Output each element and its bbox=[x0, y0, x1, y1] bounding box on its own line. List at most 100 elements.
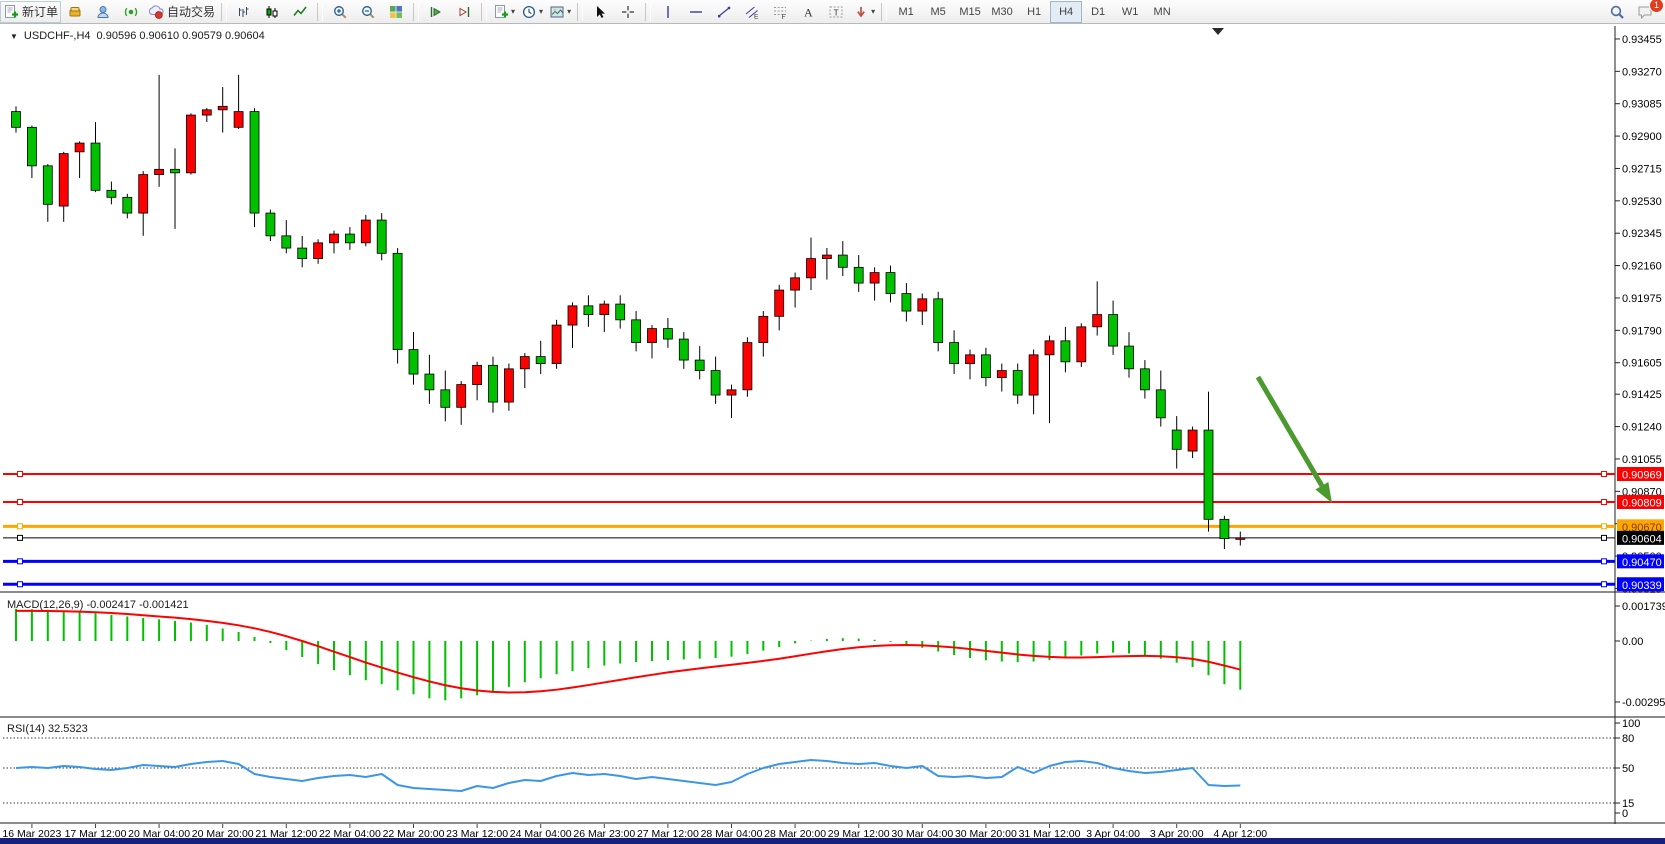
line-endpoint-marker[interactable] bbox=[18, 559, 23, 564]
periods-button[interactable]: ▾ bbox=[518, 1, 546, 23]
svg-text:F: F bbox=[782, 14, 786, 20]
candle-body bbox=[616, 304, 625, 320]
candle-body bbox=[918, 299, 927, 311]
timeframe-button-m15[interactable]: M15 bbox=[954, 1, 986, 23]
equidistant-channel-icon: E bbox=[744, 4, 760, 20]
time-tick-label: 24 Mar 04:00 bbox=[510, 828, 572, 838]
level-price-text: 0.90604 bbox=[1622, 533, 1662, 545]
zoom-in-button[interactable] bbox=[326, 1, 354, 23]
timeframe-button-d1[interactable]: D1 bbox=[1082, 1, 1114, 23]
time-tick-label: 27 Mar 12:00 bbox=[637, 828, 699, 838]
candle-body bbox=[695, 360, 704, 371]
symbol-dropdown-icon[interactable]: ▼ bbox=[10, 32, 18, 41]
timeframe-group: M1M5M15M30H1H4D1W1MN bbox=[890, 1, 1178, 23]
line-endpoint-marker[interactable] bbox=[18, 500, 23, 505]
chart-canvas[interactable]: 0.934550.932700.930850.929000.927150.925… bbox=[0, 24, 1665, 838]
timeframe-button-m5[interactable]: M5 bbox=[922, 1, 954, 23]
signals-button[interactable] bbox=[117, 1, 145, 23]
candle-body bbox=[377, 220, 386, 253]
candle-body bbox=[584, 306, 593, 315]
price-tick-label: 0.93270 bbox=[1622, 66, 1662, 78]
candle-body bbox=[1140, 369, 1149, 390]
vertical-line-button[interactable] bbox=[654, 1, 682, 23]
auto-trading-icon bbox=[148, 4, 164, 20]
line-endpoint-marker[interactable] bbox=[1602, 559, 1607, 564]
candle-body bbox=[266, 213, 275, 236]
community-button[interactable] bbox=[89, 1, 117, 23]
candle-body bbox=[600, 304, 609, 315]
auto-scroll-button[interactable] bbox=[422, 1, 450, 23]
line-endpoint-marker[interactable] bbox=[18, 582, 23, 587]
tile-windows-button[interactable] bbox=[382, 1, 410, 23]
price-tick-label: 0.93455 bbox=[1622, 34, 1662, 46]
trade-group: 新订单 自动交易 bbox=[0, 1, 218, 23]
text-label-button[interactable]: T bbox=[822, 1, 850, 23]
timeframe-button-w1[interactable]: W1 bbox=[1114, 1, 1146, 23]
crosshair-button[interactable] bbox=[614, 1, 642, 23]
candlestick-chart-button[interactable] bbox=[258, 1, 286, 23]
candle-body bbox=[997, 371, 1006, 378]
candle-body bbox=[425, 374, 434, 390]
arrows-button[interactable]: ▾ bbox=[850, 1, 878, 23]
trendline-button[interactable] bbox=[710, 1, 738, 23]
templates-button[interactable]: ▾ bbox=[546, 1, 574, 23]
time-tick-label: 29 Mar 12:00 bbox=[828, 828, 890, 838]
tile-windows-icon bbox=[388, 4, 404, 20]
price-tick-label: 0.92160 bbox=[1622, 261, 1662, 273]
line-endpoint-marker[interactable] bbox=[1602, 582, 1607, 587]
main-toolbar: 新订单 自动交易 ▾ ▾ ▾ E F bbox=[0, 0, 1665, 24]
text-button[interactable]: A bbox=[794, 1, 822, 23]
timeframe-button-m1[interactable]: M1 bbox=[890, 1, 922, 23]
timeframe-button-h1[interactable]: H1 bbox=[1018, 1, 1050, 23]
line-chart-button[interactable] bbox=[286, 1, 314, 23]
fibonacci-button[interactable]: F bbox=[766, 1, 794, 23]
candle-body bbox=[775, 290, 784, 316]
macd-name: MACD(12,26,9) bbox=[7, 599, 83, 611]
timeframe-button-mn[interactable]: MN bbox=[1146, 1, 1178, 23]
line-endpoint-marker[interactable] bbox=[18, 535, 23, 540]
candle-body bbox=[171, 169, 180, 173]
search-button[interactable] bbox=[1603, 1, 1631, 23]
macd-value: -0.002417 bbox=[86, 599, 136, 611]
candle-body bbox=[1125, 346, 1134, 369]
horizontal-line-button[interactable] bbox=[682, 1, 710, 23]
auto-trading-button[interactable]: 自动交易 bbox=[145, 1, 218, 23]
price-tick-label: 0.91055 bbox=[1622, 454, 1662, 466]
channel-button[interactable]: E bbox=[738, 1, 766, 23]
signal-icon bbox=[123, 4, 139, 20]
candle-body bbox=[1061, 341, 1070, 362]
candle-body bbox=[1109, 315, 1118, 347]
fibonacci-icon: F bbox=[772, 4, 788, 20]
cursor-button[interactable] bbox=[586, 1, 614, 23]
separator bbox=[317, 3, 323, 21]
timeframe-button-h4[interactable]: H4 bbox=[1050, 1, 1082, 23]
chart-shift-button[interactable] bbox=[450, 1, 478, 23]
new-order-button[interactable]: 新订单 bbox=[0, 1, 61, 23]
new-order-icon bbox=[3, 4, 19, 20]
candle-body bbox=[727, 390, 736, 395]
candle-body bbox=[1093, 315, 1102, 327]
auto-scroll-icon bbox=[428, 4, 444, 20]
bar-chart-button[interactable] bbox=[230, 1, 258, 23]
market-watch-button[interactable] bbox=[61, 1, 89, 23]
notifications-button[interactable]: 1 bbox=[1631, 1, 1659, 23]
candle-body bbox=[345, 234, 354, 243]
line-endpoint-marker[interactable] bbox=[18, 524, 23, 529]
line-endpoint-marker[interactable] bbox=[1602, 500, 1607, 505]
price-tick-label: 0.91425 bbox=[1622, 389, 1662, 401]
cursor-icon bbox=[592, 4, 608, 20]
line-endpoint-marker[interactable] bbox=[18, 472, 23, 477]
level-price-text: 0.90969 bbox=[1622, 470, 1662, 482]
line-endpoint-marker[interactable] bbox=[1602, 472, 1607, 477]
zoom-out-button[interactable] bbox=[354, 1, 382, 23]
timeframe-button-m30[interactable]: M30 bbox=[986, 1, 1018, 23]
line-endpoint-marker[interactable] bbox=[1602, 535, 1607, 540]
macd-indicator-label: MACD(12,26,9) -0.002417 -0.001421 bbox=[7, 599, 189, 611]
candle-body bbox=[473, 365, 482, 384]
price-tick-label: 0.91975 bbox=[1622, 293, 1662, 305]
time-tick-label: 28 Mar 20:00 bbox=[764, 828, 826, 838]
auto-trading-label: 自动交易 bbox=[167, 3, 215, 20]
candle-body bbox=[409, 350, 418, 375]
line-endpoint-marker[interactable] bbox=[1602, 524, 1607, 529]
new-chart-button[interactable]: ▾ bbox=[490, 1, 518, 23]
